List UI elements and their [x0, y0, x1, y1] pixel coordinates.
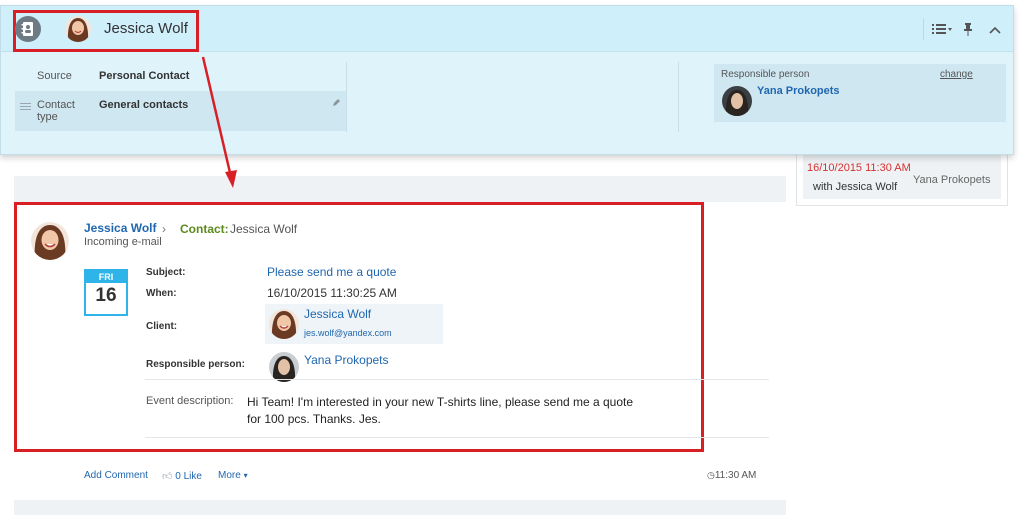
- contact-type-label: Contact type: [37, 99, 75, 123]
- responsible-person-block: Responsible person change Yana Prokopets: [714, 64, 1006, 122]
- subject-link[interactable]: Please send me a quote: [267, 265, 396, 279]
- when-value: 16/10/2015 11:30:25 AM: [267, 286, 397, 300]
- when-label: When:: [146, 288, 177, 299]
- responsible-name-link[interactable]: Yana Prokopets: [304, 353, 389, 367]
- avatar: [269, 352, 299, 382]
- more-menu-button[interactable]: More ▾: [218, 470, 248, 481]
- source-label: Source: [37, 70, 72, 82]
- activity-with: with Jessica Wolf: [813, 181, 898, 193]
- like-count: 0: [175, 471, 181, 482]
- caret-down-icon: ▾: [243, 471, 248, 480]
- more-label: More: [218, 470, 241, 481]
- client-name-link[interactable]: Jessica Wolf: [304, 307, 371, 321]
- feed-divider: [14, 176, 786, 202]
- divider: [923, 18, 924, 40]
- chevron-up-icon[interactable]: [989, 23, 1001, 37]
- change-responsible-link[interactable]: change: [940, 69, 973, 80]
- clock-icon: ◷: [707, 470, 715, 480]
- divider: [145, 379, 769, 380]
- avatar[interactable]: [31, 222, 69, 260]
- drag-handle-icon[interactable]: [20, 102, 31, 114]
- activity-person[interactable]: Yana Prokopets: [913, 174, 990, 186]
- contact-card-header: Jessica Wolf: [1, 6, 1013, 52]
- avatar: [65, 16, 91, 42]
- event-author-link[interactable]: Jessica Wolf: [84, 221, 156, 235]
- time-value: 11:30 AM: [714, 470, 757, 481]
- activity-datetime: 16/10/2015 11:30 AM: [807, 162, 911, 174]
- column-divider: [346, 62, 347, 132]
- chevron-right-icon: ›: [162, 222, 166, 236]
- contact-card: Jessica Wolf Source Personal Contact Con…: [0, 5, 1014, 155]
- edit-pencil-icon[interactable]: [332, 98, 341, 110]
- contact-book-icon[interactable]: [15, 16, 41, 42]
- client-label: Client:: [146, 321, 178, 332]
- contact-name-link[interactable]: Jessica Wolf: [230, 222, 297, 236]
- contact-name: Jessica Wolf: [104, 20, 188, 37]
- description-label: Event description:: [146, 395, 234, 407]
- responsible-name-link[interactable]: Yana Prokopets: [757, 85, 840, 97]
- client-email-link[interactable]: jes.wolf@yandex.com: [304, 328, 392, 338]
- responsible-label: Responsible person: [721, 69, 810, 80]
- calendar-day: 16: [95, 285, 117, 306]
- list-menu-icon[interactable]: [932, 23, 952, 38]
- activity-card[interactable]: 16/10/2015 11:30 AM with Jessica Wolf Ya…: [796, 148, 1008, 206]
- source-value: Personal Contact: [99, 70, 190, 82]
- avatar: [269, 309, 299, 339]
- event-time: ◷11:30 AM: [707, 470, 756, 481]
- divider: [145, 437, 769, 438]
- like-label: Like: [183, 471, 202, 482]
- add-comment-link[interactable]: Add Comment: [84, 470, 148, 481]
- thumbs-up-icon: 👍︎: [162, 471, 173, 482]
- contact-label: Contact:: [180, 222, 229, 236]
- contact-type-value: General contacts: [99, 99, 189, 111]
- feed-divider: [14, 500, 786, 515]
- description-text: Hi Team! I'm interested in your new T-sh…: [247, 395, 634, 426]
- calendar-icon: FRI 16: [84, 269, 128, 316]
- avatar: [722, 86, 752, 116]
- like-button[interactable]: 👍︎ 0 Like: [162, 470, 202, 482]
- pin-icon[interactable]: [963, 23, 973, 39]
- calendar-weekday: FRI: [86, 271, 126, 283]
- event-type: Incoming e-mail: [84, 236, 162, 248]
- annotation-arrow: [201, 56, 237, 188]
- column-divider: [678, 62, 679, 132]
- subject-label: Subject:: [146, 267, 186, 278]
- responsible-label: Responsible person:: [146, 359, 245, 370]
